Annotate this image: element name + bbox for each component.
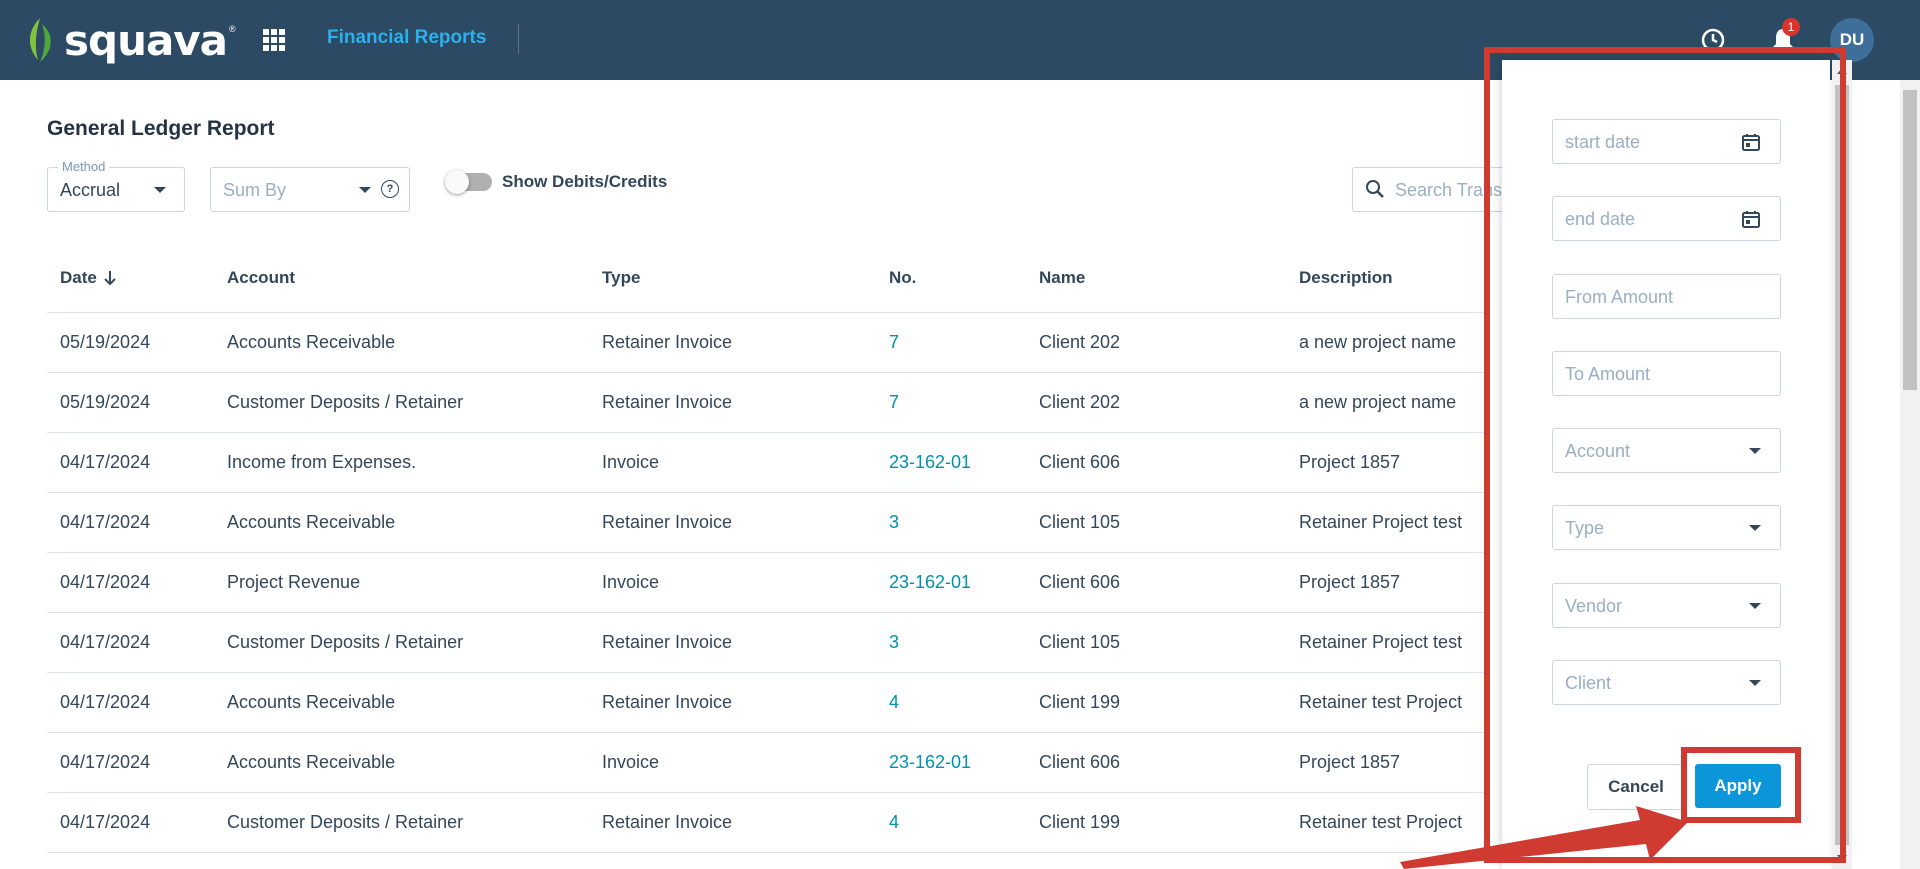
cell-description: Project 1857 [1299, 452, 1401, 472]
annotation-arrow-icon [1400, 806, 1688, 869]
cell-no[interactable]: 23-162-01 [889, 752, 971, 773]
cell-date: 04/17/2024 [60, 632, 151, 652]
cell-description: Project 1857 [1299, 572, 1401, 592]
cell-account: Customer Deposits / Retainer [227, 812, 464, 832]
cell-description: a new project name [1299, 332, 1457, 352]
annotation-highlight-apply [1681, 747, 1801, 823]
cell-account: Project Revenue [227, 572, 361, 592]
cell-date: 04/17/2024 [60, 692, 151, 712]
search-icon [1366, 180, 1384, 198]
cell-date: 05/19/2024 [60, 392, 151, 412]
cell-type: Retainer Invoice [602, 812, 733, 832]
cell-no[interactable]: 3 [889, 632, 899, 653]
cell-description: Retainer test Project [1299, 692, 1463, 712]
arrow-down-icon[interactable] [103, 270, 117, 286]
cell-name: Client 105 [1039, 512, 1121, 532]
column-header-name[interactable]: Name [1039, 268, 1085, 288]
cell-account: Income from Expenses. [227, 452, 417, 472]
cell-no[interactable]: 7 [889, 392, 899, 413]
cell-no[interactable]: 3 [889, 512, 899, 533]
toggle-knob [445, 170, 469, 194]
cell-description: Retainer Project test [1299, 632, 1463, 652]
sum-by-placeholder: Sum By [223, 180, 287, 200]
help-icon[interactable]: ? [381, 180, 399, 198]
cell-type: Invoice [602, 572, 660, 592]
cell-type: Invoice [602, 452, 660, 472]
cell-type: Retainer Invoice [602, 632, 733, 652]
nav-financial-reports[interactable]: Financial Reports [327, 27, 486, 49]
table-row[interactable]: 04/17/2024 Accounts Receivable Retainer In… [47, 492, 1487, 553]
cell-type: Retainer Invoice [602, 392, 733, 412]
table-header: Date Account Type No. Name Description [47, 252, 1487, 313]
method-label: Method [58, 159, 110, 174]
cell-date: 04/17/2024 [60, 752, 151, 772]
cell-type: Retainer Invoice [602, 692, 733, 712]
table-row[interactable]: 04/17/2024 Accounts Receivable Retainer In… [47, 672, 1487, 733]
cell-name: Client 606 [1039, 572, 1121, 592]
cell-date: 04/17/2024 [60, 572, 151, 592]
sum-by-select[interactable]: Sum By ? [210, 167, 410, 212]
cell-type: Retainer Invoice [602, 512, 733, 532]
table-row[interactable]: 04/17/2024 Income from Expenses. Invoice 23… [47, 432, 1487, 493]
table-row[interactable]: 04/17/2024 Accounts Receivable Invoice 23-1… [47, 732, 1487, 793]
table-row[interactable]: 05/19/2024 Accounts Receivable Retainer In… [47, 312, 1487, 373]
cell-no[interactable]: 4 [889, 692, 899, 713]
cell-account: Accounts Receivable [227, 692, 396, 712]
leaf-logo-icon [29, 18, 51, 62]
cell-date: 04/17/2024 [60, 812, 151, 832]
notification-badge: 1 [1782, 18, 1800, 36]
method-value: Accrual [60, 180, 121, 200]
column-header-type[interactable]: Type [602, 268, 640, 288]
column-header-description[interactable]: Description [1299, 268, 1393, 288]
cell-no[interactable]: 4 [889, 812, 899, 833]
column-header-account[interactable]: Account [227, 268, 295, 288]
cell-description: Project 1857 [1299, 752, 1401, 772]
cell-name: Client 202 [1039, 332, 1121, 352]
cell-name: Client 105 [1039, 632, 1121, 652]
cell-name: Client 606 [1039, 452, 1121, 472]
nav-divider [518, 24, 519, 54]
cell-account: Accounts Receivable [227, 752, 396, 772]
cell-name: Client 606 [1039, 752, 1121, 772]
cell-date: 05/19/2024 [60, 332, 151, 352]
show-debits-credits-toggle[interactable] [445, 170, 492, 194]
brand-name: squava [64, 15, 228, 65]
table-row[interactable]: 04/17/2024 Customer Deposits / Retainer Re… [47, 612, 1487, 673]
cell-type: Retainer Invoice [602, 332, 733, 352]
cell-no[interactable]: 23-162-01 [889, 572, 971, 593]
column-header-label: Date [60, 268, 97, 287]
chevron-down-icon [359, 187, 371, 193]
cell-account: Customer Deposits / Retainer [227, 632, 464, 652]
method-select[interactable]: Method Accrual [47, 159, 185, 212]
cell-account: Accounts Receivable [227, 512, 396, 532]
cell-name: Client 202 [1039, 392, 1121, 412]
table-row[interactable]: 04/17/2024 Customer Deposits / Retainer Re… [47, 792, 1487, 853]
cell-account: Customer Deposits / Retainer [227, 392, 464, 412]
cell-date: 04/17/2024 [60, 452, 151, 472]
cell-no[interactable]: 23-162-01 [889, 452, 971, 473]
cell-description: Retainer Project test [1299, 512, 1463, 532]
page-title: General Ledger Report [47, 117, 275, 140]
cell-date: 04/17/2024 [60, 512, 151, 532]
apps-grid-icon[interactable] [262, 28, 286, 52]
cell-account: Accounts Receivable [227, 332, 396, 352]
cell-description: a new project name [1299, 392, 1457, 412]
table-row[interactable]: 04/17/2024 Project Revenue Invoice 23-162-0… [47, 552, 1487, 613]
cell-type: Invoice [602, 752, 660, 772]
toggle-label: Show Debits/Credits [502, 172, 668, 191]
column-header-date[interactable]: Date [60, 268, 117, 288]
cell-name: Client 199 [1039, 812, 1121, 832]
annotation-highlight-panel [1484, 47, 1846, 863]
column-header-no[interactable]: No. [889, 268, 916, 288]
logo[interactable]: squava ® [24, 12, 236, 68]
table-row[interactable]: 05/19/2024 Customer Deposits / Retainer Re… [47, 372, 1487, 433]
registered-mark: ® [229, 24, 236, 34]
cell-no[interactable]: 7 [889, 332, 899, 353]
page-scrollbar-thumb[interactable] [1903, 90, 1917, 390]
chevron-down-icon [154, 187, 166, 193]
cell-name: Client 199 [1039, 692, 1121, 712]
